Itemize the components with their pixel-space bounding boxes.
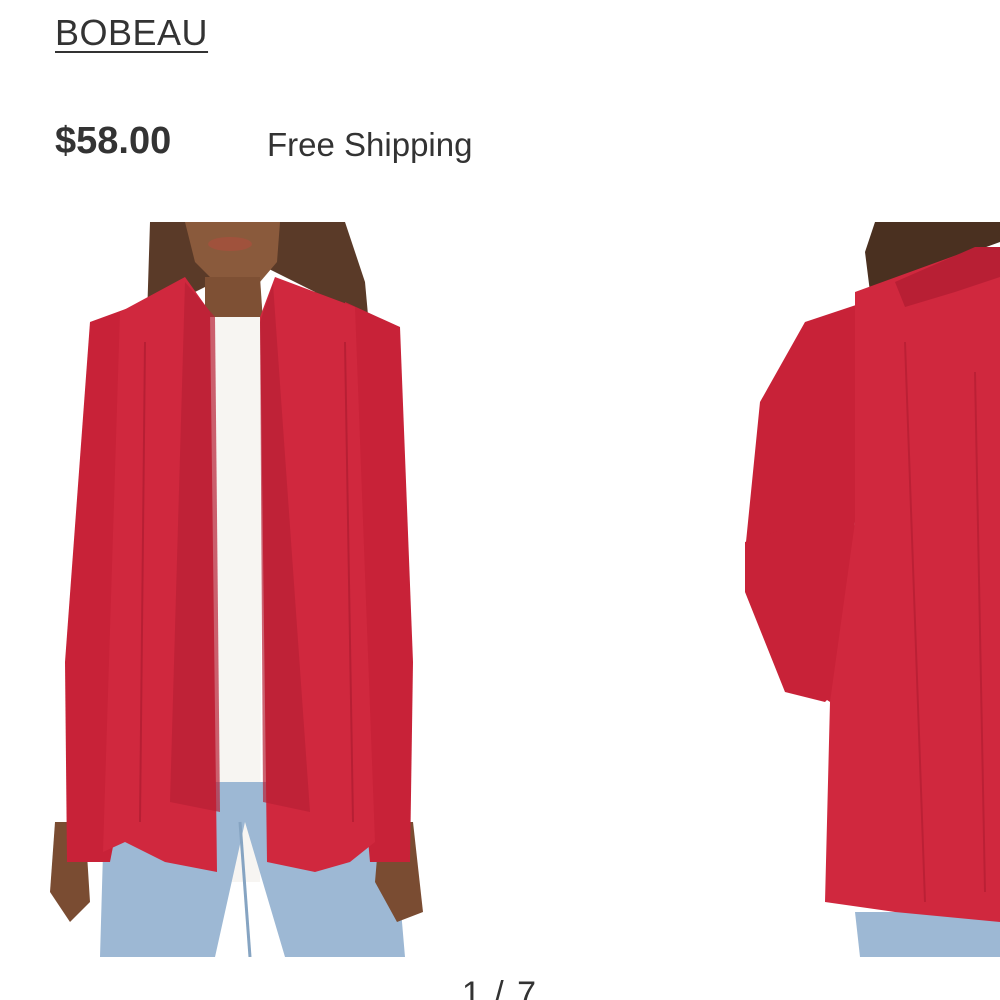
product-image-carousel[interactable] <box>0 222 1000 957</box>
product-image-front[interactable] <box>45 222 440 957</box>
gallery-pager: 1 / 7 <box>0 975 1000 1000</box>
pager-total: 7 <box>517 975 539 1000</box>
cardigan-back-photo <box>745 222 1000 957</box>
brand-link[interactable]: BOBEAU <box>55 12 208 54</box>
product-image-back[interactable] <box>745 222 1000 957</box>
shipping-info: Free Shipping <box>267 126 473 163</box>
pager-separator: / <box>482 975 518 1000</box>
cardigan-front-photo <box>50 222 423 957</box>
product-price: $58.00 <box>55 120 172 162</box>
pager-current: 1 <box>461 975 483 1000</box>
